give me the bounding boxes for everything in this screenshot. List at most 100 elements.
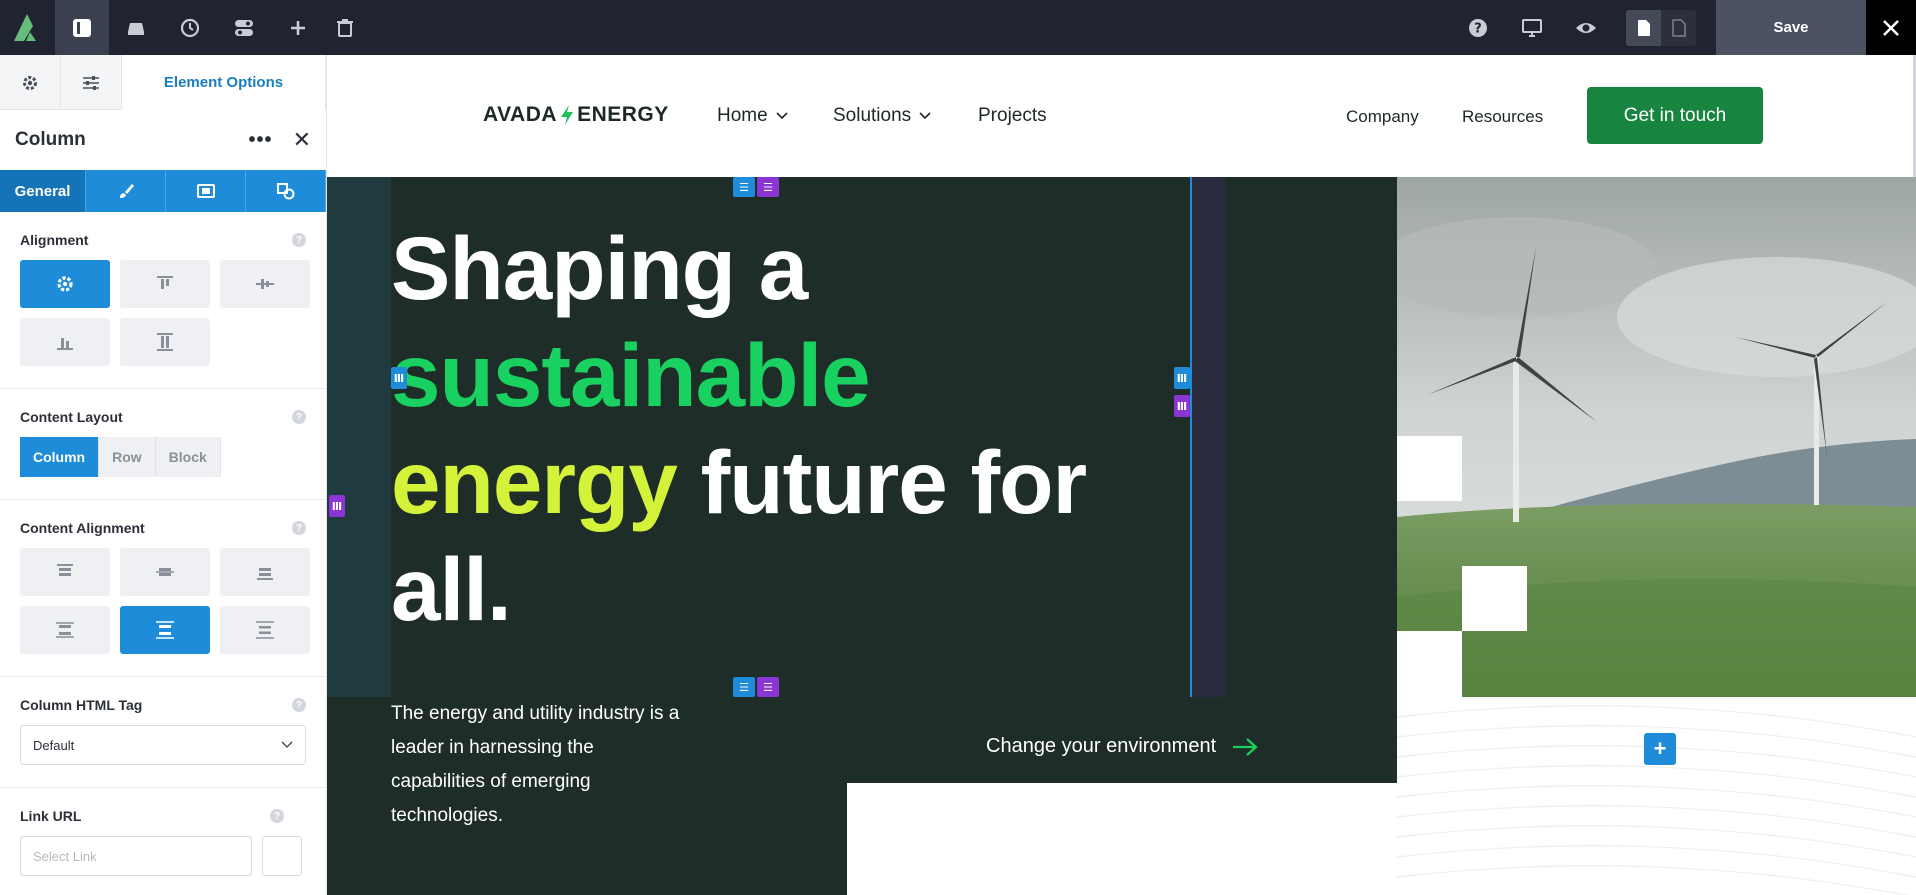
justify-start-button[interactable] (20, 548, 110, 596)
headline-line-2: sustainable (391, 325, 871, 425)
more-options-icon[interactable]: ••• (249, 129, 273, 152)
column-bottom-handle[interactable]: ☰ (733, 677, 755, 697)
column-spacing-left (327, 177, 391, 697)
page-icon[interactable] (1626, 10, 1661, 46)
page-view-toggle[interactable] (1626, 10, 1696, 46)
close-builder-button[interactable] (1866, 0, 1916, 55)
gear-icon (57, 276, 73, 292)
get-in-touch-button[interactable]: Get in touch (1587, 87, 1763, 144)
save-button[interactable]: Save (1716, 0, 1866, 55)
help-icon[interactable]: ? (270, 809, 284, 823)
library-icon[interactable] (109, 0, 163, 55)
help-icon[interactable]: ? (292, 521, 306, 535)
close-icon (1883, 19, 1899, 36)
nav-projects[interactable]: Projects (978, 105, 1047, 127)
help-icon[interactable]: ? (292, 698, 306, 712)
layout-column-option[interactable]: Column (20, 437, 100, 477)
page-canvas: AVADA ENERGY Home Solutions Projects Com… (327, 55, 1916, 895)
link-url-input[interactable]: Select Link (20, 836, 252, 876)
toggle-icon[interactable] (217, 0, 271, 55)
alignment-section: Alignment ? (0, 212, 326, 389)
svg-text:?: ? (1474, 21, 1482, 36)
link-url-section: Link URL ? Select Link (0, 788, 326, 895)
help-icon[interactable]: ? (292, 233, 306, 247)
row-drag-handle[interactable]: ☰ (757, 177, 779, 197)
add-element-button[interactable]: + (1644, 733, 1676, 765)
hero-headline[interactable]: Shaping a sustainable energy future for … (391, 215, 1191, 643)
arrow-right-icon (1233, 737, 1258, 756)
layout-block-option[interactable]: Block (155, 437, 221, 477)
column-resize-left-handle[interactable]: Ⅲ (391, 367, 407, 389)
alignment-label: Alignment (20, 232, 89, 248)
background-image-icon[interactable] (166, 170, 246, 212)
hero-paragraph[interactable]: The energy and utility industry is a lea… (391, 697, 691, 833)
align-top-button[interactable] (120, 260, 210, 308)
app-root: ? Save Element Options Column ••• ✕ Gene… (0, 0, 1916, 895)
site-logo[interactable]: AVADA ENERGY (483, 103, 669, 127)
html-tag-value: Default (33, 737, 75, 753)
headline-energy-word: energy (391, 432, 678, 532)
white-square (1397, 436, 1462, 501)
trash-icon[interactable] (318, 0, 372, 55)
sidebar-toggle-icon[interactable] (55, 0, 109, 55)
row-bottom-handle[interactable]: ☰ (757, 677, 779, 697)
change-environment-link[interactable]: Change your environment (986, 735, 1258, 758)
html-tag-section: Column HTML Tag ? Default (0, 677, 326, 788)
justify-end-button[interactable] (220, 548, 310, 596)
nav-solutions-label: Solutions (833, 105, 912, 126)
justify-space-around-button[interactable] (120, 606, 210, 654)
wave-line-pattern (1397, 697, 1916, 895)
nav-company[interactable]: Company (1346, 107, 1419, 127)
logo-text-left: AVADA (483, 103, 558, 126)
extras-shapes-icon[interactable] (246, 170, 326, 212)
desktop-icon[interactable] (1505, 0, 1559, 55)
row-resize-left-handle[interactable]: Ⅲ (329, 495, 345, 517)
avada-logo-icon[interactable] (0, 0, 55, 55)
column-resize-right-handle[interactable]: Ⅲ (1174, 367, 1190, 389)
nav-home-label: Home (717, 105, 768, 126)
nav-solutions[interactable]: Solutions (833, 105, 931, 127)
template-page-icon[interactable] (1661, 10, 1696, 46)
chevron-down-icon (776, 112, 788, 120)
nav-resources[interactable]: Resources (1462, 107, 1543, 127)
content-layout-label: Content Layout (20, 409, 123, 425)
white-square (1397, 631, 1462, 697)
row-resize-right-handle[interactable]: Ⅲ (1174, 395, 1190, 417)
settings-gear-icon[interactable] (0, 55, 61, 110)
column-spacing-right (1192, 177, 1225, 697)
justify-center-button[interactable] (120, 548, 210, 596)
close-panel-icon[interactable]: ✕ (293, 127, 311, 153)
design-brush-icon[interactable] (86, 170, 166, 212)
top-toolbar: ? Save (0, 0, 1916, 55)
help-icon[interactable]: ? (1451, 0, 1505, 55)
align-stretch-button[interactable] (120, 318, 210, 366)
nav-home[interactable]: Home (717, 105, 788, 127)
align-bottom-button[interactable] (20, 318, 110, 366)
link-selector-button[interactable] (262, 836, 302, 876)
headline-line-4: all. (391, 539, 512, 639)
change-environment-label: Change your environment (986, 735, 1217, 757)
preview-eye-icon[interactable] (1559, 0, 1613, 55)
history-icon[interactable] (163, 0, 217, 55)
plus-icon[interactable] (271, 0, 325, 55)
align-center-button[interactable] (220, 260, 310, 308)
column-drag-handle[interactable]: ☰ (733, 177, 755, 197)
help-icon[interactable]: ? (292, 410, 306, 424)
lightning-bolt-icon (561, 105, 574, 125)
sliders-icon[interactable] (61, 55, 122, 110)
html-tag-select[interactable]: Default (20, 725, 306, 765)
html-tag-label: Column HTML Tag (20, 697, 143, 713)
white-block (847, 783, 1397, 895)
element-options-sidebar: Element Options Column ••• ✕ General Ali… (0, 55, 327, 895)
tab-element-options[interactable]: Element Options (122, 55, 326, 110)
option-subtabs: General (0, 170, 326, 212)
white-square (1462, 566, 1527, 631)
layout-row-option[interactable]: Row (99, 437, 156, 477)
headline-future-words: future for (676, 432, 1088, 532)
logo-text-right: ENERGY (577, 103, 669, 126)
tab-general[interactable]: General (0, 170, 86, 212)
align-auto-button[interactable] (20, 260, 110, 308)
justify-space-evenly-button[interactable] (220, 606, 310, 654)
panel-header: Column ••• ✕ (0, 110, 326, 170)
justify-space-between-button[interactable] (20, 606, 110, 654)
